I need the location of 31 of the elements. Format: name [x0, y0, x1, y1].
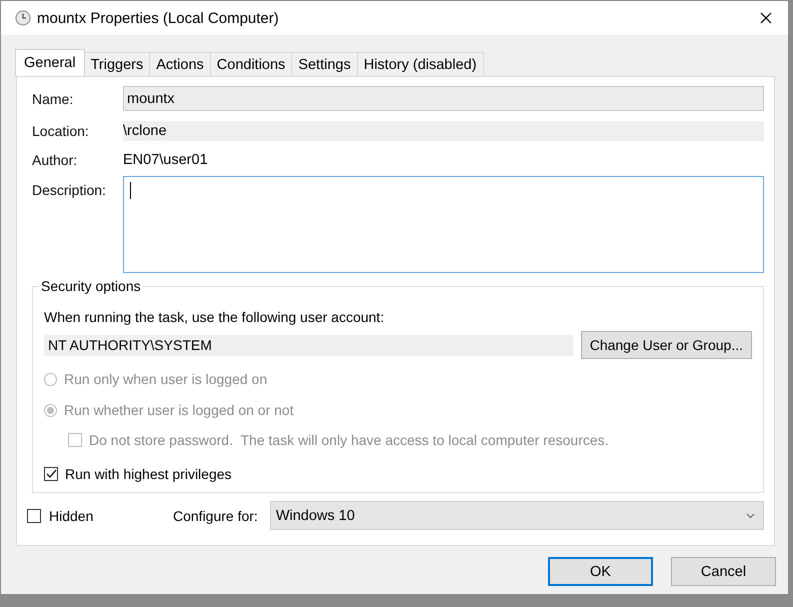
- radio-label: Run only when user is logged on: [64, 371, 268, 387]
- checkbox[interactable]: [44, 467, 58, 481]
- checkbox-label: Hidden: [49, 508, 94, 524]
- name-field[interactable]: mountx: [123, 86, 764, 111]
- check-icon: [46, 469, 56, 479]
- location-value: \rclone: [123, 121, 764, 141]
- window-title: mountx Properties (Local Computer): [37, 10, 280, 26]
- group-title: Security options: [40, 278, 142, 294]
- chevron-down-icon: [746, 512, 755, 518]
- checkbox-label: Run with highest privileges: [65, 466, 232, 482]
- field-label: Description:: [32, 182, 107, 198]
- dialog-button[interactable]: Cancel: [671, 557, 776, 586]
- field-label: Name:: [32, 90, 74, 106]
- text-cursor: [130, 182, 131, 199]
- field-label: Author:: [32, 152, 78, 168]
- author-value: EN07\user01: [123, 151, 209, 170]
- description-field[interactable]: [123, 176, 764, 273]
- checkbox-label: Do not store password. The task will only have access to local computer resources.: [89, 432, 609, 448]
- change-user-button[interactable]: Change User or Group...: [580, 331, 752, 359]
- configure-dropdown[interactable]: Windows 10: [270, 501, 764, 530]
- close-icon: [760, 12, 772, 24]
- clock-icon: [15, 10, 31, 26]
- checkbox[interactable]: [27, 508, 41, 522]
- account-prompt: When running the task, use the following user account:: [44, 309, 386, 325]
- tab[interactable]: History (disabled): [356, 52, 484, 76]
- radio-label: Run whether user is logged on or not: [64, 402, 294, 418]
- account-value: NT AUTHORITY\SYSTEM: [44, 334, 573, 356]
- field-label: Location:: [32, 123, 90, 139]
- field-label: Configure for:: [173, 508, 258, 524]
- dialog-button[interactable]: OK: [548, 557, 653, 586]
- tab[interactable]: General: [15, 49, 85, 76]
